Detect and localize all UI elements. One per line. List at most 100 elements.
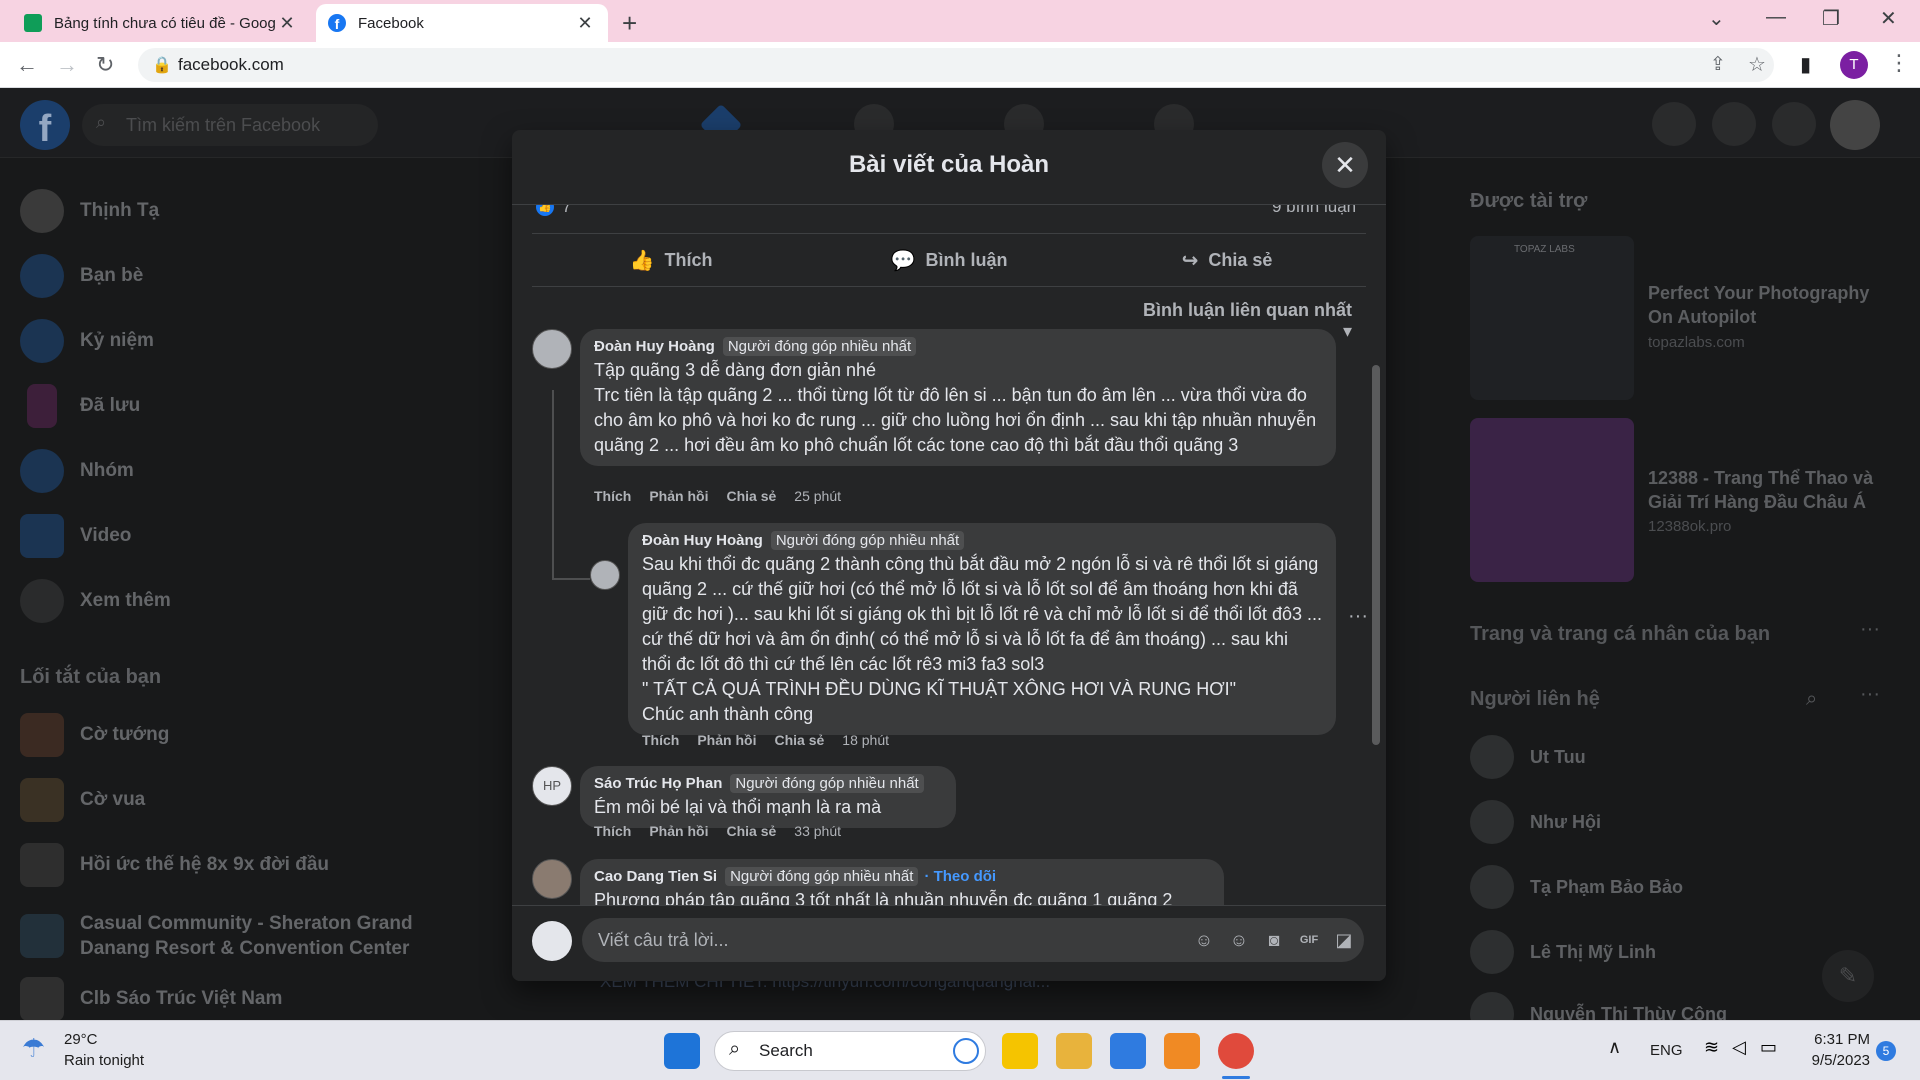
comment-author[interactable]: Cao Dang Tien Si <box>594 868 717 885</box>
comment-timestamp[interactable]: 18 phút <box>842 732 889 748</box>
new-tab-button[interactable]: + <box>622 8 637 39</box>
comments-scrollbar[interactable] <box>1372 365 1380 745</box>
forward-button[interactable]: → <box>56 52 78 78</box>
reply-input[interactable]: Viết câu trả lời... ☺ ☺ ◙ GIF ◪ <box>582 918 1364 962</box>
more-options-icon[interactable]: ··· <box>1860 618 1880 641</box>
shortcut-item[interactable]: Casual Community - Sheraton Grand Danang… <box>20 905 440 967</box>
contact-item[interactable]: Tạ Phạm Bảo Bảo <box>1470 862 1683 912</box>
language-indicator[interactable]: ENG <box>1650 1042 1683 1059</box>
tab-search-icon[interactable]: ⌄ <box>1708 6 1725 31</box>
comment-author[interactable]: Đoàn Huy Hoàng <box>642 532 763 549</box>
comment-like-link[interactable]: Thích <box>594 488 631 504</box>
contact-item[interactable]: Như Hội <box>1470 797 1601 847</box>
sticker-icon[interactable]: ◪ <box>1332 928 1356 952</box>
clock-date[interactable]: 9/5/2023 <box>1796 1052 1870 1069</box>
todo-icon[interactable] <box>1110 1033 1146 1069</box>
follow-link[interactable]: · Theo dõi <box>924 868 996 885</box>
taskbar-search[interactable]: ⌕ Search <box>714 1031 986 1071</box>
notifications-icon[interactable] <box>1772 102 1816 146</box>
like-button[interactable]: 👍 Thích <box>532 234 810 286</box>
comment-like-link[interactable]: Thích <box>642 732 679 748</box>
ad-image-topaz[interactable]: TOPAZ LABS <box>1470 236 1634 400</box>
comment-button[interactable]: 💬 Bình luận <box>810 234 1088 286</box>
wifi-icon[interactable]: ≋ <box>1704 1037 1719 1058</box>
comment-like-link[interactable]: Thích <box>594 823 631 839</box>
side-panel-icon[interactable]: ▮ <box>1800 52 1811 77</box>
camera-icon[interactable]: ◙ <box>1262 928 1286 952</box>
clock-time[interactable]: 6:31 PM <box>1806 1031 1870 1048</box>
comment-author[interactable]: Sáo Trúc Họ Phan <box>594 775 722 792</box>
facebook-search-input[interactable]: ⌕ Tìm kiếm trên Facebook <box>82 104 378 146</box>
comment-author[interactable]: Đoàn Huy Hoàng <box>594 338 715 355</box>
pdf-app-icon[interactable] <box>1164 1033 1200 1069</box>
shortcut-item[interactable]: Cờ vua <box>20 775 145 825</box>
account-avatar[interactable] <box>1830 100 1880 150</box>
tab-facebook[interactable]: f Facebook ✕ <box>316 4 608 42</box>
comment-timestamp[interactable]: 25 phút <box>794 488 841 504</box>
share-button[interactable]: ↪ Chia sẻ <box>1088 234 1366 286</box>
more-options-icon[interactable]: ··· <box>1860 683 1880 706</box>
comments-scroll-area[interactable]: 👍 7 9 bình luận 👍 Thích 💬 Bình luận ↪ Chia … <box>512 205 1386 905</box>
comment-count[interactable]: 9 bình luận <box>1272 205 1356 217</box>
close-dialog-button[interactable]: ✕ <box>1322 142 1368 188</box>
volume-icon[interactable]: ◁ <box>1732 1037 1746 1058</box>
gif-icon[interactable]: GIF <box>1297 928 1321 952</box>
shortcut-item[interactable]: Hồi ức thế hệ 8x 9x đời đầu <box>20 840 329 890</box>
battery-icon[interactable]: ▭ <box>1760 1037 1777 1058</box>
maximize-button[interactable]: ❐ <box>1822 6 1840 31</box>
comment-reply-link[interactable]: Phản hồi <box>697 732 756 748</box>
chrome-icon[interactable] <box>1218 1033 1254 1069</box>
shortcut-item[interactable]: Cờ tướng <box>20 710 169 760</box>
sidebar-item-profile[interactable]: Thịnh Tạ <box>20 186 159 236</box>
emoji-icon[interactable]: ☺ <box>1227 928 1251 952</box>
share-icon[interactable]: ⇪ <box>1710 53 1726 76</box>
contact-item[interactable]: Ut Tuu <box>1470 732 1586 782</box>
commenter-avatar[interactable] <box>532 329 572 369</box>
messenger-icon[interactable] <box>1712 102 1756 146</box>
menu-grid-icon[interactable] <box>1652 102 1696 146</box>
weather-desc[interactable]: Rain tonight <box>64 1052 144 1069</box>
sidebar-item-see-more[interactable]: Xem thêm <box>20 576 171 626</box>
sidebar-item-saved[interactable]: Đã lưu <box>20 381 140 431</box>
ad-image-12388[interactable] <box>1470 418 1634 582</box>
bing-icon[interactable] <box>953 1038 979 1064</box>
more-menu-icon[interactable]: ⋮ <box>1888 50 1910 76</box>
avatar-sticker-icon[interactable]: ☺ <box>1192 928 1216 952</box>
weather-temp[interactable]: 29°C <box>64 1031 98 1048</box>
tab-google-sheets[interactable]: Bảng tính chưa có tiêu đề - Goog ✕ <box>12 4 310 42</box>
comment-reply-link[interactable]: Phản hồi <box>649 488 708 504</box>
close-tab-icon[interactable]: ✕ <box>276 13 298 34</box>
search-icon[interactable]: ⌕ <box>1806 688 1817 711</box>
windows-start-icon[interactable] <box>664 1033 700 1069</box>
chevron-up-icon[interactable]: ∧ <box>1608 1037 1621 1058</box>
shortcut-item[interactable]: Clb Sáo Trúc Việt Nam <box>20 974 282 1024</box>
file-explorer-icon[interactable] <box>1056 1033 1092 1069</box>
comment-share-link[interactable]: Chia sẻ <box>726 823 776 839</box>
close-window-button[interactable]: ✕ <box>1880 6 1897 31</box>
sidebar-item-groups[interactable]: Nhóm <box>20 446 134 496</box>
facebook-logo-icon[interactable]: f <box>20 100 70 150</box>
reaction-count[interactable]: 7 <box>562 205 571 217</box>
bookmark-star-icon[interactable]: ☆ <box>1748 52 1766 77</box>
comment-share-link[interactable]: Chia sẻ <box>726 488 776 504</box>
commenter-avatar[interactable] <box>590 560 620 590</box>
ad-title[interactable]: Perfect Your Photography On Autopilot <box>1648 281 1878 329</box>
notification-badge[interactable]: 5 <box>1876 1041 1896 1061</box>
sidebar-item-video[interactable]: Video <box>20 511 131 561</box>
back-button[interactable]: ← <box>16 52 38 78</box>
comment-more-icon[interactable]: ··· <box>1348 605 1368 628</box>
sidebar-item-memories[interactable]: Kỷ niệm <box>20 316 154 366</box>
comment-reply-link[interactable]: Phản hồi <box>649 823 708 839</box>
sticky-notes-icon[interactable] <box>1002 1033 1038 1069</box>
minimize-button[interactable]: — <box>1766 6 1786 29</box>
new-message-icon[interactable]: ✎ <box>1822 950 1874 1002</box>
ad-title[interactable]: 12388 - Trang Thể Thao và Giải Trí Hàng … <box>1648 466 1878 514</box>
weather-rain-icon[interactable]: ☂ <box>22 1033 45 1064</box>
commenter-avatar[interactable]: HP <box>532 766 572 806</box>
contact-item[interactable]: Nguyễn Thị Thùy Công <box>1470 992 1727 1020</box>
comment-share-link[interactable]: Chia sẻ <box>774 732 824 748</box>
commenter-avatar[interactable] <box>532 859 572 899</box>
reload-button[interactable]: ↻ <box>96 52 114 78</box>
contact-item[interactable]: Lê Thị Mỹ Linh <box>1470 927 1656 977</box>
sidebar-item-friends[interactable]: Bạn bè <box>20 251 143 301</box>
